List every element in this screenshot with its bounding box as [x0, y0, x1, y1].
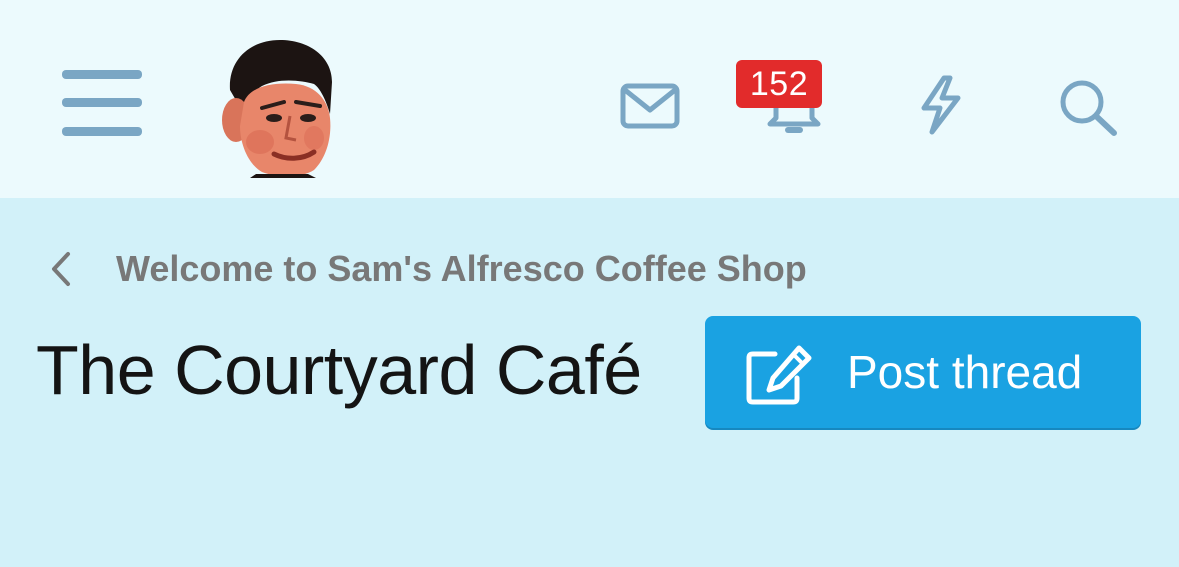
search-button[interactable] [1056, 76, 1122, 138]
post-thread-label: Post thread [847, 346, 1083, 398]
top-navigation-bar: 152 [0, 0, 1179, 198]
edit-icon [746, 345, 812, 405]
whats-new-button[interactable] [914, 74, 968, 136]
notification-count-badge: 152 [736, 60, 822, 108]
avatar-face-image [222, 40, 332, 178]
chevron-left-icon [52, 252, 70, 286]
page-title: The Courtyard Café [36, 331, 642, 409]
menu-button[interactable] [60, 68, 144, 140]
search-icon [1060, 80, 1117, 136]
lightning-icon [921, 75, 961, 135]
breadcrumb[interactable]: Welcome to Sam's Alfresco Coffee Shop [44, 246, 807, 292]
post-thread-button[interactable]: Post thread [705, 316, 1141, 428]
user-avatar[interactable] [216, 38, 340, 178]
breadcrumb-label: Welcome to Sam's Alfresco Coffee Shop [116, 248, 807, 289]
mail-icon [620, 83, 680, 129]
inbox-button[interactable] [618, 80, 682, 132]
